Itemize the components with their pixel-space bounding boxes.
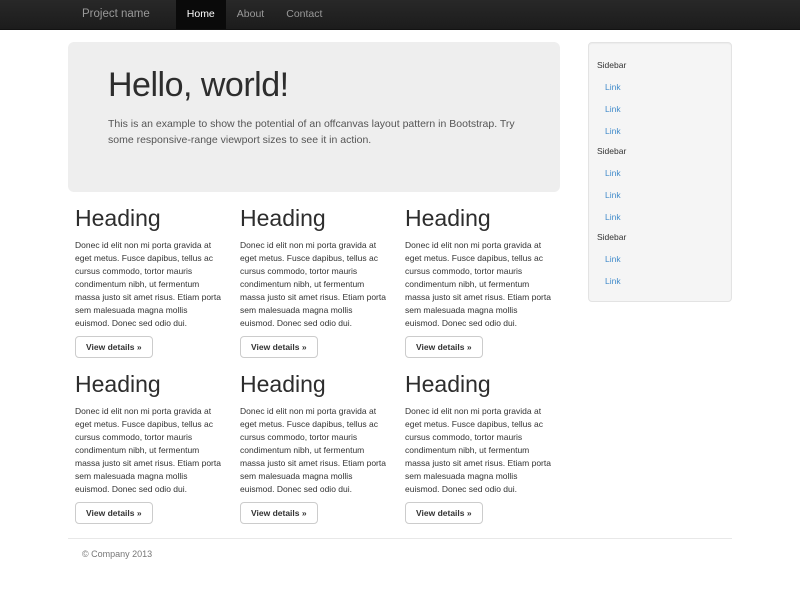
page-container: Hello, world! This is an example to show… [68, 30, 732, 559]
view-details-button[interactable]: View details » [240, 336, 318, 358]
sidebar-link[interactable]: Link [589, 125, 731, 137]
sidebar-link[interactable]: Link [589, 253, 731, 265]
card-body-text: Donec id elit non mi porta gravida at eg… [240, 405, 389, 496]
sidebar-link[interactable]: Link [589, 167, 731, 179]
card-heading: Heading [405, 205, 554, 231]
sidebar: Sidebar Link Link Link Sidebar Link Link… [588, 42, 732, 302]
content-layout: Hello, world! This is an example to show… [68, 30, 732, 524]
sidebar-group-title: Sidebar [589, 59, 731, 71]
jumbotron: Hello, world! This is an example to show… [68, 42, 560, 192]
view-details-button[interactable]: View details » [405, 336, 483, 358]
cards-row-1: Heading Donec id elit non mi porta gravi… [68, 205, 563, 358]
navbar-menu: Home About Contact [176, 0, 334, 29]
nav-item-home[interactable]: Home [176, 0, 226, 29]
sidebar-link[interactable]: Link [589, 189, 731, 201]
card: Heading Donec id elit non mi porta gravi… [233, 371, 398, 524]
sidebar-link[interactable]: Link [589, 211, 731, 223]
card: Heading Donec id elit non mi porta gravi… [233, 205, 398, 358]
card-body-text: Donec id elit non mi porta gravida at eg… [75, 405, 224, 496]
nav-item-contact[interactable]: Contact [275, 0, 333, 29]
footer: © Company 2013 [68, 538, 732, 559]
card-heading: Heading [405, 371, 554, 397]
sidebar-group-3: Sidebar Link Link [589, 231, 731, 287]
copyright-text: © Company 2013 [82, 549, 732, 559]
card-heading: Heading [240, 371, 389, 397]
card-body-text: Donec id elit non mi porta gravida at eg… [75, 239, 224, 330]
navbar-inner: Project name Home About Contact [68, 0, 732, 29]
view-details-button[interactable]: View details » [240, 502, 318, 524]
card: Heading Donec id elit non mi porta gravi… [68, 205, 233, 358]
view-details-button[interactable]: View details » [405, 502, 483, 524]
view-details-button[interactable]: View details » [75, 336, 153, 358]
cards-row-2: Heading Donec id elit non mi porta gravi… [68, 371, 563, 524]
sidebar-group-title: Sidebar [589, 231, 731, 243]
nav-item-about[interactable]: About [226, 0, 275, 29]
card: Heading Donec id elit non mi porta gravi… [398, 205, 563, 358]
card: Heading Donec id elit non mi porta gravi… [398, 371, 563, 524]
card-body-text: Donec id elit non mi porta gravida at eg… [405, 239, 554, 330]
card: Heading Donec id elit non mi porta gravi… [68, 371, 233, 524]
navbar: Project name Home About Contact [0, 0, 800, 30]
jumbotron-title: Hello, world! [108, 66, 520, 105]
sidebar-link[interactable]: Link [589, 275, 731, 287]
sidebar-group-2: Sidebar Link Link Link [589, 145, 731, 223]
card-heading: Heading [75, 371, 224, 397]
card-heading: Heading [240, 205, 389, 231]
sidebar-group-1: Sidebar Link Link Link [589, 59, 731, 137]
jumbotron-subtitle: This is an example to show the potential… [108, 116, 520, 148]
card-heading: Heading [75, 205, 224, 231]
sidebar-link[interactable]: Link [589, 103, 731, 115]
card-body-text: Donec id elit non mi porta gravida at eg… [405, 405, 554, 496]
navbar-brand[interactable]: Project name [68, 0, 164, 29]
view-details-button[interactable]: View details » [75, 502, 153, 524]
sidebar-group-title: Sidebar [589, 145, 731, 157]
main-content: Hello, world! This is an example to show… [68, 30, 563, 524]
sidebar-link[interactable]: Link [589, 81, 731, 93]
card-body-text: Donec id elit non mi porta gravida at eg… [240, 239, 389, 330]
